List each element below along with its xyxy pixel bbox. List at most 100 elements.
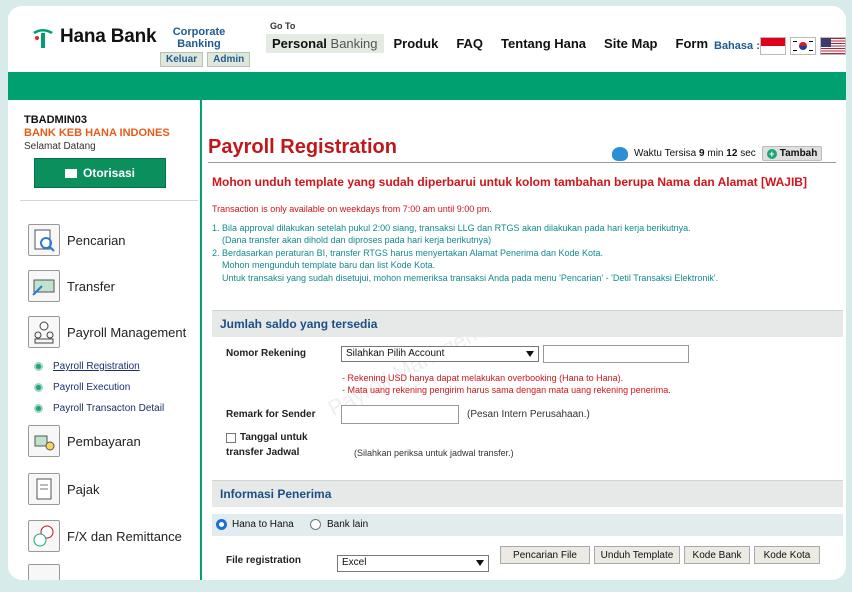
flag-korea-icon[interactable] <box>790 37 816 55</box>
nav-tentang-hana[interactable]: Tentang Hana <box>501 36 586 51</box>
sidebar-item-pencarian[interactable]: Pencarian <box>28 224 126 256</box>
radio-hana-to-hana[interactable] <box>216 519 227 530</box>
sidebar-item-label: Pembayaran <box>67 433 141 449</box>
file-registration-label: File registration <box>226 555 302 566</box>
flag-indonesia-icon[interactable] <box>760 37 786 55</box>
top-nav: Personal Banking Produk FAQ Tentang Hana… <box>266 34 726 53</box>
account-select-value: Silahkan Pilih Account <box>346 348 445 359</box>
recipient-type-row: Hana to Hana Bank lain <box>212 514 843 536</box>
page-title: Payroll Registration <box>208 136 397 158</box>
sidebar-sub-payroll-transaction-detail[interactable]: Payroll Transacton Detail <box>34 403 164 414</box>
next-menu-icon <box>28 564 60 580</box>
hana-bank-logo[interactable]: Hana Bank <box>30 24 157 50</box>
browser-viewport: Hana Bank Corporate Banking Keluar Admin… <box>8 6 846 580</box>
rekening-note: - Mata uang rekening pengirim harus sama… <box>342 385 671 395</box>
main-content: Payroll Management Payroll Registration … <box>208 100 846 580</box>
brand-name: Hana Bank <box>60 26 157 47</box>
tambah-label: Tambah <box>779 148 818 159</box>
remark-input[interactable] <box>341 405 459 424</box>
sidebar-item-label: Transfer <box>67 278 115 294</box>
user-id: TBADMIN03 <box>24 114 87 126</box>
sidebar-item-fx-remittance[interactable]: F/X dan Remittance <box>28 520 182 552</box>
file-type-value: Excel <box>342 557 367 568</box>
nomor-rekening-label: Nomor Rekening <box>226 348 307 359</box>
tanggal-label-1: Tanggal untuk <box>240 432 308 443</box>
radio-hana-label: Hana to Hana <box>232 519 294 530</box>
sidebar: TBADMIN03 BANK KEB HANA INDONES Selamat … <box>8 100 202 580</box>
tax-doc-icon <box>28 473 60 505</box>
nav-form[interactable]: Form <box>676 36 709 51</box>
payment-icon <box>28 425 60 457</box>
chevron-down-icon <box>526 351 534 357</box>
corporate-banking-box: Corporate Banking Keluar Admin <box>160 26 251 67</box>
remark-hint: (Pesan Intern Perusahaan.) <box>467 409 590 420</box>
sidebar-item-pembayaran[interactable]: Pembayaran <box>28 425 141 457</box>
unduh-template-button[interactable]: Unduh Template <box>594 546 680 564</box>
chevron-down-icon <box>476 560 484 566</box>
bullet-icon <box>34 362 43 371</box>
tanggal-label-2: transfer Jadwal <box>226 447 300 458</box>
tanggal-checkbox[interactable] <box>226 433 236 443</box>
radio-bank-lain[interactable] <box>310 519 321 530</box>
bullet-icon <box>34 404 43 413</box>
goto-label: Go To <box>270 21 296 31</box>
otorisasi-label: Otorisasi <box>82 166 136 180</box>
tanggal-hint: (Silahkan periksa untuk jadwal transfer.… <box>354 448 514 458</box>
kode-kota-button[interactable]: Kode Kota <box>754 546 820 564</box>
kode-bank-button[interactable]: Kode Bank <box>684 546 750 564</box>
rekening-notes: - Rekening USD hanya dapat melakukan ove… <box>342 372 671 396</box>
hana-logo-icon <box>30 24 56 50</box>
sidebar-sub-payroll-execution[interactable]: Payroll Execution <box>34 382 130 393</box>
sidebar-divider <box>20 200 198 201</box>
timer-min: 9 <box>699 148 705 159</box>
search-doc-icon <box>28 224 60 256</box>
info-line: (Dana transfer akan dihold dan diproses … <box>222 235 492 246</box>
info-line: 2. Berdasarkan peraturan BI, transfer RT… <box>212 247 604 258</box>
sidebar-item-label: Pajak <box>67 481 100 497</box>
sidebar-item-pajak[interactable]: Pajak <box>28 473 100 505</box>
sidebar-sub-payroll-registration[interactable]: Payroll Registration <box>34 361 140 372</box>
keluar-button[interactable]: Keluar <box>160 52 204 67</box>
nav-site-map[interactable]: Site Map <box>604 36 657 51</box>
nav-personal-rest: Banking <box>326 36 378 51</box>
sidebar-item-payroll-management[interactable]: Payroll Management <box>28 316 186 348</box>
balance-field[interactable] <box>543 345 689 363</box>
nav-faq[interactable]: FAQ <box>456 36 483 51</box>
top-header: Hana Bank Corporate Banking Keluar Admin… <box>8 6 846 68</box>
file-type-select[interactable]: Excel <box>337 555 489 572</box>
section-penerima: Informasi Penerima <box>212 480 843 507</box>
section-title: Jumlah saldo yang tersedia <box>220 317 378 331</box>
sub-item-label: Payroll Registration <box>53 361 140 372</box>
admin-button[interactable]: Admin <box>207 52 251 67</box>
cart-icon <box>64 168 77 178</box>
welcome-text: Selamat Datang <box>24 141 96 152</box>
flag-usa-icon[interactable] <box>820 37 846 55</box>
currency-exchange-icon <box>28 520 60 552</box>
info-text: 1. Bila approval dilakukan setelah pukul… <box>212 222 718 284</box>
tambah-button[interactable]: + Tambah <box>761 146 823 161</box>
info-line: 1. Bila approval dilakukan setelah pukul… <box>212 223 691 233</box>
timer-sec: 12 <box>726 148 738 159</box>
otorisasi-button[interactable]: Otorisasi <box>34 158 166 188</box>
title-divider <box>208 162 836 163</box>
green-banner <box>8 72 846 100</box>
nav-produk[interactable]: Produk <box>394 36 439 51</box>
timer-min-label: min <box>707 148 724 159</box>
sidebar-item-label: Payroll Management <box>67 324 187 340</box>
pencarian-file-button[interactable]: Pencarian File <box>500 546 590 564</box>
sidebar-item-transfer[interactable]: Transfer <box>28 270 115 302</box>
language-flags <box>760 37 846 55</box>
sidebar-item-label: Pencarian <box>67 232 126 248</box>
session-timer: Waktu Tersisa 9 min 12 sec + Tambah <box>612 146 823 161</box>
radio-bank-lain-label: Bank lain <box>327 519 369 530</box>
bahasa-label: Bahasa : <box>714 40 760 52</box>
nav-personal-banking[interactable]: Personal Banking <box>266 34 384 53</box>
availability-text: Transaction is only available on weekday… <box>212 204 492 214</box>
template-notice: Mohon unduh template yang sudah diperbar… <box>212 175 807 189</box>
timer-sec-label: sec <box>740 148 756 159</box>
corporate-banking-label: Corporate Banking <box>172 26 226 50</box>
info-line: Untuk transaksi yang sudah disetujui, mo… <box>222 272 719 283</box>
account-select[interactable]: Silahkan Pilih Account <box>341 346 539 362</box>
bullet-icon <box>34 383 43 392</box>
plus-icon: + <box>766 148 777 159</box>
